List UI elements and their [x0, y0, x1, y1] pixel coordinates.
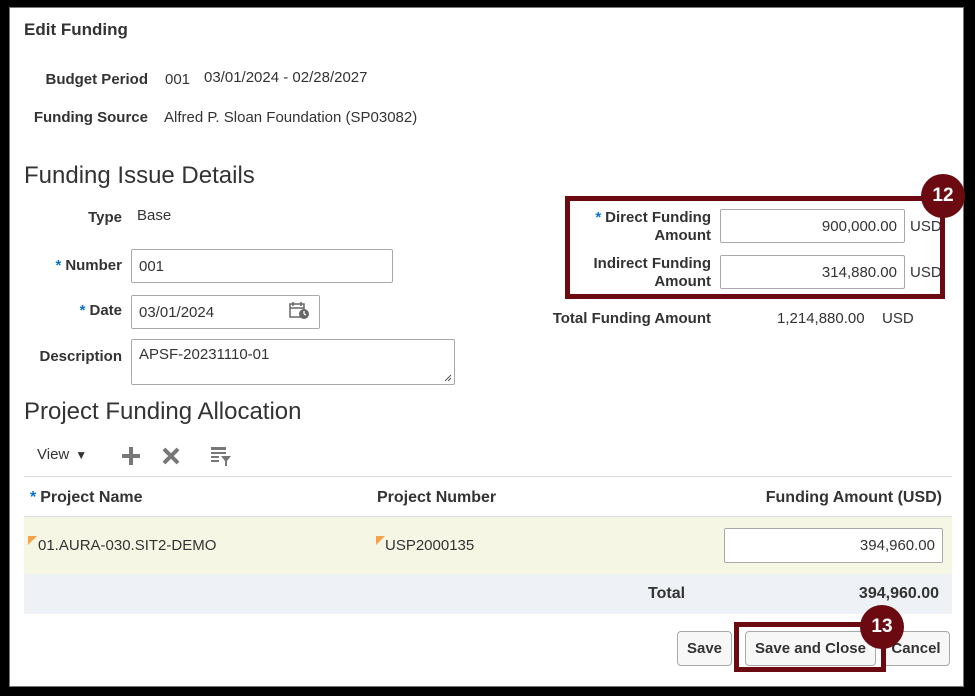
funding-source-value: Alfred P. Sloan Foundation (SP03082): [164, 109, 418, 126]
toolbar-divider: [24, 476, 952, 477]
delete-icon[interactable]: [161, 446, 181, 466]
add-icon[interactable]: [121, 446, 141, 466]
callout-badge-12: 12: [921, 174, 965, 218]
callout-badge-13: 13: [860, 605, 904, 649]
number-input[interactable]: 001: [131, 249, 393, 283]
table-total-row: Total 394,960.00: [24, 574, 952, 614]
total-funding-currency: USD: [882, 310, 914, 327]
calendar-icon[interactable]: [289, 301, 311, 321]
project-number-cell: USP2000135: [385, 537, 475, 554]
required-indicator: *: [55, 257, 62, 274]
date-label-text: Date: [89, 302, 122, 319]
type-label: Type: [88, 209, 122, 226]
view-menu[interactable]: View ▼: [37, 446, 87, 463]
table-total-label: Total: [648, 585, 686, 602]
project-name-cell: 01.AURA-030.SIT2-DEMO: [38, 537, 217, 554]
table-row[interactable]: 01.AURA-030.SIT2-DEMO USP2000135 394,960…: [24, 517, 952, 574]
changed-flag-icon: [376, 536, 385, 545]
column-header-project-number[interactable]: Project Number: [377, 489, 496, 507]
funding-source-label: Funding Source: [33, 109, 148, 126]
table-total-value: 394,960.00: [858, 585, 939, 602]
total-funding-label: Total Funding Amount: [552, 310, 711, 327]
budget-period-label: Budget Period: [45, 71, 148, 88]
description-label: Description: [39, 348, 122, 365]
date-label: * Date: [30, 302, 122, 319]
dialog-title: Edit Funding: [24, 20, 128, 39]
description-value: APSF-20231110-01: [139, 346, 270, 363]
resize-handle-icon[interactable]: [444, 374, 452, 382]
description-textarea[interactable]: APSF-20231110-01: [131, 339, 455, 385]
column-header-funding-amount[interactable]: Funding Amount (USD): [710, 489, 942, 507]
changed-flag-icon: [28, 536, 37, 545]
total-funding-value: 1,214,880.00: [777, 310, 865, 327]
callout-highlight-amounts: [565, 196, 945, 299]
view-menu-label: View: [37, 446, 70, 463]
number-label: * Number: [30, 257, 122, 274]
project-funding-allocation-heading: Project Funding Allocation: [24, 398, 302, 425]
column-header-project-name[interactable]: * Project Name: [30, 489, 143, 507]
freeze-columns-icon[interactable]: [210, 445, 232, 467]
budget-period-number: 001: [165, 71, 191, 88]
edit-funding-dialog: Edit Funding Budget Period 001 03/01/202…: [9, 7, 965, 687]
funding-amount-input[interactable]: 394,960.00: [724, 528, 943, 563]
number-label-text: Number: [65, 257, 122, 274]
date-value: 03/01/2024: [139, 303, 215, 321]
column-header-project-name-text: Project Name: [40, 489, 143, 506]
funding-issue-details-heading: Funding Issue Details: [24, 162, 255, 189]
budget-period-range: 03/01/2024 - 02/28/2027: [204, 69, 368, 86]
dropdown-arrow-icon: ▼: [75, 447, 88, 462]
save-button[interactable]: Save: [677, 631, 732, 666]
required-indicator: *: [30, 489, 37, 506]
type-value: Base: [137, 207, 172, 224]
required-indicator: *: [79, 302, 86, 319]
